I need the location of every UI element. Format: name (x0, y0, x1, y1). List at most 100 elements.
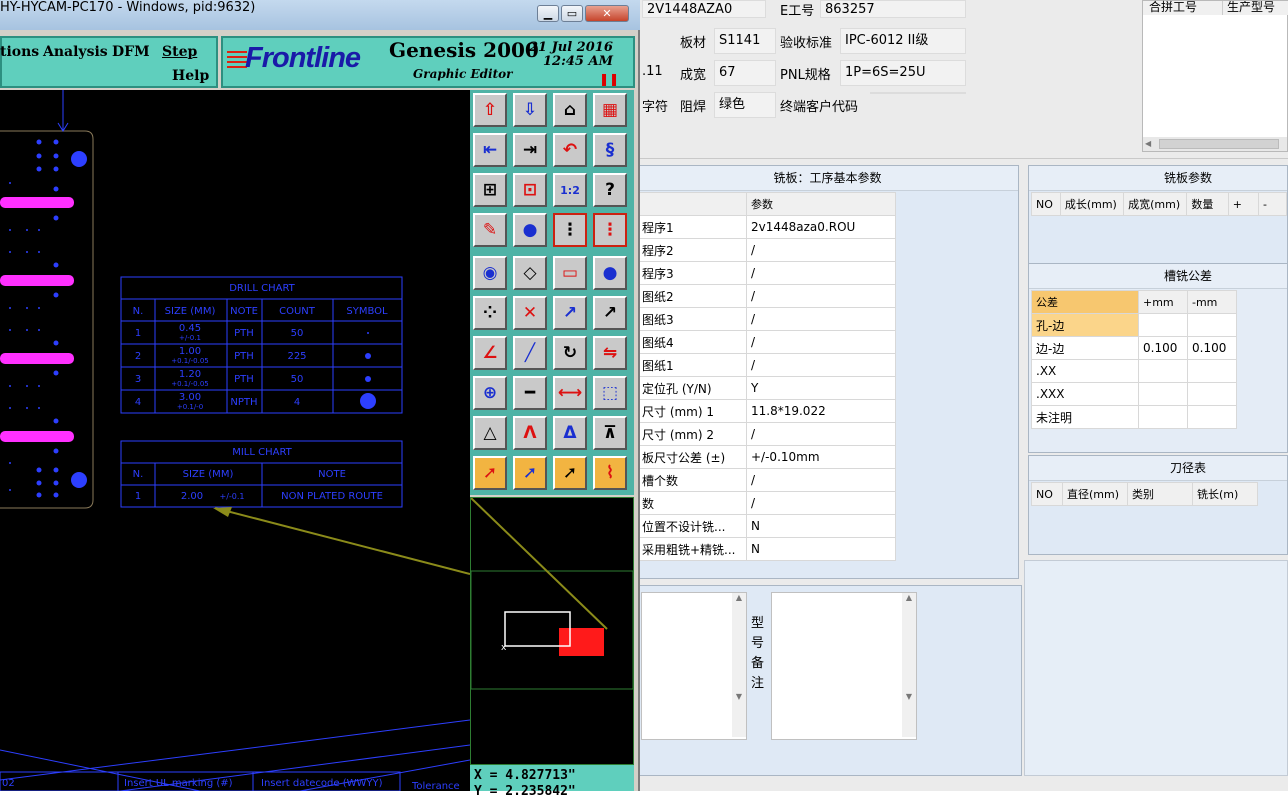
params-row[interactable]: 尺寸 (mm) 1 11.8*19.022 (637, 399, 896, 423)
scroll-left-icon[interactable]: ◀ (1145, 139, 1155, 149)
tool-button[interactable]: § (593, 133, 627, 167)
param-value[interactable]: / (746, 353, 896, 377)
mill-params-header[interactable]: + (1227, 192, 1259, 216)
params-row[interactable]: 数 / (637, 491, 896, 515)
vertical-scrollbar[interactable]: ▲ ▼ (732, 593, 746, 737)
tool-button[interactable]: ⊡ (513, 173, 547, 207)
param-value[interactable]: 11.8*19.022 (746, 399, 896, 423)
tool-button[interactable]: ↻ (553, 336, 587, 370)
param-value[interactable]: N (746, 514, 896, 538)
param-value[interactable]: +/-0.10mm (746, 445, 896, 469)
param-value[interactable]: / (746, 422, 896, 446)
params-row[interactable]: 图纸2/ (637, 284, 896, 308)
tool-button[interactable]: ▦ (593, 93, 627, 127)
param-value[interactable]: / (746, 307, 896, 331)
param-value[interactable]: / (746, 284, 896, 308)
tool-button[interactable]: ⊼ (593, 416, 627, 450)
tolerance-row[interactable]: .XXX (1031, 382, 1237, 406)
tool-button[interactable]: ✕ (513, 296, 547, 330)
tool-button[interactable]: ↗ (553, 296, 587, 330)
tool-button[interactable]: ⊕ (473, 376, 507, 410)
genesis-titlebar[interactable]: HY-HYCAM-PC170 - Windows, pid:9632) ▁ ▭ … (0, 0, 640, 30)
tool-button[interactable]: ⬚ (593, 376, 627, 410)
params-row[interactable]: 定位孔 (Y/N) Y (637, 376, 896, 400)
params-row[interactable]: 程序2/ (637, 238, 896, 262)
param-value[interactable]: / (746, 491, 896, 515)
param-value[interactable]: N (746, 537, 896, 561)
tolerance-row[interactable]: 未注明 (1031, 405, 1237, 429)
param-value[interactable]: / (746, 468, 896, 492)
params-row[interactable]: 图纸1/ (637, 353, 896, 377)
tolerance-minus[interactable] (1187, 313, 1237, 337)
tool-button[interactable]: Δ (553, 416, 587, 450)
menu-dfm[interactable]: DFM (112, 44, 150, 60)
tool-button[interactable]: 1:2 (553, 173, 587, 207)
tool-button[interactable]: ⇥ (513, 133, 547, 167)
tool-button[interactable]: ↗ (593, 296, 627, 330)
tool-button[interactable]: ● (513, 213, 547, 247)
job-number-field[interactable]: 2V1448AZA0 (642, 0, 766, 18)
tolerance-plus[interactable] (1138, 359, 1188, 383)
params-row[interactable]: 程序1 2v1448aza0.ROU (637, 215, 896, 239)
tool-button[interactable]: ⇋ (593, 336, 627, 370)
close-button[interactable]: ✕ (585, 5, 629, 22)
param-value[interactable]: / (746, 238, 896, 262)
tool-button[interactable]: ⇩ (513, 93, 547, 127)
scrollbar-thumb[interactable] (1159, 139, 1279, 149)
menu-analysis[interactable]: Analysis (43, 44, 108, 60)
tolerance-minus[interactable] (1187, 359, 1237, 383)
menu-step[interactable]: Step (162, 44, 197, 60)
tolerance-row[interactable]: 边-边 0.100 0.100 (1031, 336, 1237, 360)
vertical-scrollbar-2[interactable]: ▲ ▼ (902, 593, 916, 737)
param-value[interactable]: / (746, 330, 896, 354)
tool-button[interactable]: ⋮ (553, 213, 587, 247)
tool-button[interactable]: ✎ (473, 213, 507, 247)
tool-button[interactable]: ⟷ (553, 376, 587, 410)
params-row[interactable]: 图纸3/ (637, 307, 896, 331)
tolerance-plus[interactable] (1138, 313, 1188, 337)
mill-params-header[interactable]: - (1257, 192, 1288, 216)
tolerance-plus[interactable] (1138, 382, 1188, 406)
menu-help[interactable]: Help (172, 68, 209, 84)
tolerance-plus[interactable]: 0.100 (1138, 336, 1188, 360)
tool-button[interactable]: ⊞ (473, 173, 507, 207)
material-field[interactable]: S1141 (714, 28, 776, 54)
tool-button[interactable]: ⌇ (593, 456, 627, 490)
tool-button[interactable]: △ (473, 416, 507, 450)
merge-job-table[interactable]: 合拼工号 生产型号 ◀ (1142, 0, 1288, 152)
tool-button[interactable]: ➚ (513, 456, 547, 490)
pause-icon[interactable]: ❚❚ (599, 72, 619, 86)
maximize-button[interactable]: ▭ (561, 5, 583, 22)
e-job-field[interactable]: 863257 (820, 0, 966, 18)
param-value[interactable]: / (746, 261, 896, 285)
params-row[interactable]: 尺寸 (mm) 2/ (637, 422, 896, 446)
horizontal-scrollbar[interactable]: ◀ (1143, 137, 1287, 151)
tolerance-row[interactable]: 孔-边 (1031, 313, 1237, 337)
tolerance-minus[interactable]: 0.100 (1187, 336, 1237, 360)
tool-button[interactable]: ↶ (553, 133, 587, 167)
tool-button[interactable]: ➚ (553, 456, 587, 490)
params-row[interactable]: 程序3/ (637, 261, 896, 285)
tool-button[interactable]: ⇤ (473, 133, 507, 167)
params-row[interactable]: 图纸4/ (637, 330, 896, 354)
tool-button[interactable]: ? (593, 173, 627, 207)
tolerance-plus[interactable] (1138, 405, 1188, 429)
remarks-box-left[interactable]: ▲ ▼ (641, 592, 747, 740)
soldermask-field[interactable]: 绿色 (714, 92, 776, 118)
model-remark-box[interactable]: ▲ ▼ (771, 592, 917, 740)
tool-button[interactable]: ∠ (473, 336, 507, 370)
tolerance-row[interactable]: .XX (1031, 359, 1237, 383)
tool-button[interactable]: ◇ (513, 256, 547, 290)
menu-options[interactable]: tions (0, 44, 39, 60)
tool-button[interactable]: ◉ (473, 256, 507, 290)
params-row[interactable]: 位置不设计铣... N (637, 514, 896, 538)
params-row[interactable]: 槽个数 / (637, 468, 896, 492)
tool-button[interactable]: ⇧ (473, 93, 507, 127)
tool-button[interactable]: Λ (513, 416, 547, 450)
pnl-spec-field[interactable]: 1P=6S=25U (840, 60, 966, 86)
params-row[interactable]: 板尺寸公差 (±) +/-0.10mm (637, 445, 896, 469)
tool-button[interactable]: ▭ (553, 256, 587, 290)
overview-window[interactable]: x (470, 497, 634, 765)
params-row[interactable]: 采用粗铣+精铣... N (637, 537, 896, 561)
standard-field[interactable]: IPC-6012 II级 (840, 28, 966, 54)
